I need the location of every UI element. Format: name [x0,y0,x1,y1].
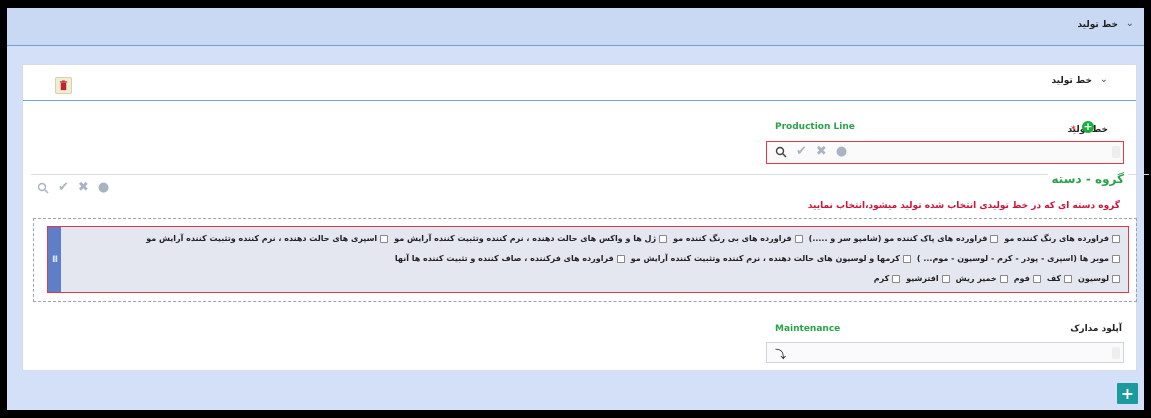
checkbox-item[interactable]: فراورده های بی رنگ کننده مو [673,234,803,243]
checkbox[interactable] [1112,234,1120,243]
checkbox[interactable] [941,274,950,283]
maintenance-select[interactable]: ⤵ [766,342,1124,363]
chevron-down-icon[interactable]: ⤵ [775,346,786,362]
add-circle-icon[interactable]: + [1082,121,1094,133]
drag-handle[interactable]: III [48,227,61,292]
panel-header[interactable]: خط تولید ⌄ [23,65,1136,101]
check-icon[interactable]: ✔ [796,144,807,159]
checkbox[interactable] [659,234,668,243]
checkbox[interactable] [794,234,803,243]
scroll-button[interactable] [1112,146,1120,158]
checkbox[interactable] [380,234,389,243]
production-line-field-label: Production Line [775,122,855,132]
group-checkbox-list: III اسپری های حالت دهنده ، نرم کننده وتث… [47,226,1129,293]
checkbox-item[interactable]: ژل ها و واکس های حالت دهنده ، نرم کننده … [394,234,668,243]
checkbox-item[interactable]: افترشیو [906,274,950,283]
checkbox-item[interactable]: لوسیون [1078,274,1120,283]
section-header[interactable]: خط تولید ⌄ [7,8,1144,46]
checkbox[interactable] [1112,254,1120,263]
checkbox[interactable] [1112,274,1120,283]
check-icon[interactable]: ✔ [58,180,69,195]
chevron-down-icon[interactable]: ⌄ [1100,74,1108,85]
checkbox-item[interactable]: کرمها و لوسیون های حالت دهنده ، نرم کنند… [631,254,911,263]
checkbox-item[interactable]: فراورده های فرکننده ، صاف کننده و تثبیت … [395,254,625,263]
search-icon[interactable] [37,182,49,194]
checkbox-item[interactable]: فراورده های پاک کننده مو (شامپو سر و ...… [809,234,999,243]
close-icon[interactable]: ✖ [816,144,827,159]
chevron-down-icon[interactable]: ⌄ [1126,18,1134,29]
checkbox-item[interactable]: خمیر ریش [956,274,1008,283]
section-title: خط تولید [1077,20,1118,30]
checkbox[interactable] [616,254,625,263]
checkbox[interactable] [902,254,911,263]
group-title: گروه - دسته [1047,172,1128,186]
close-icon[interactable]: ✖ [78,180,89,195]
trash-icon[interactable] [55,77,72,94]
app-window: خط تولید ⌄ خط تولید ⌄ خط تولید + * Produ… [7,8,1149,410]
checkbox-item[interactable]: اسپری های حالت دهنده ، نرم کننده وتثبیت … [146,234,389,243]
checkbox[interactable] [1064,274,1072,283]
checkbox-item[interactable]: موبر ها (اسپری - پودر - کرم - لوسیون - م… [917,254,1120,263]
checkbox[interactable] [892,274,901,283]
maintenance-field-label: Maintenance [775,324,841,334]
scroll-button[interactable] [1112,347,1120,359]
checkbox-item[interactable]: کرم [874,274,901,283]
checkbox[interactable] [990,234,999,243]
group-notice: گروه دسته ای که در خط تولیدی انتخاب شده … [807,201,1120,211]
search-icon[interactable] [775,146,787,158]
production-line-field[interactable]: ✔ ✖ ● [766,141,1124,164]
chat-icon[interactable]: ● [98,180,109,195]
checkbox-item[interactable]: فراورده های رنگ کننده مو [1004,234,1120,243]
add-button[interactable]: + [1117,383,1138,404]
checkbox-item[interactable]: کف [1047,274,1072,283]
chat-icon[interactable]: ● [836,144,847,159]
required-mark: * [1071,125,1076,135]
panel-title: خط تولید [1051,76,1092,86]
checkbox-item[interactable]: فوم [1014,274,1041,283]
upload-label: آپلود مدارک [1070,324,1122,334]
checkbox[interactable] [999,274,1008,283]
checkbox[interactable] [1032,274,1041,283]
